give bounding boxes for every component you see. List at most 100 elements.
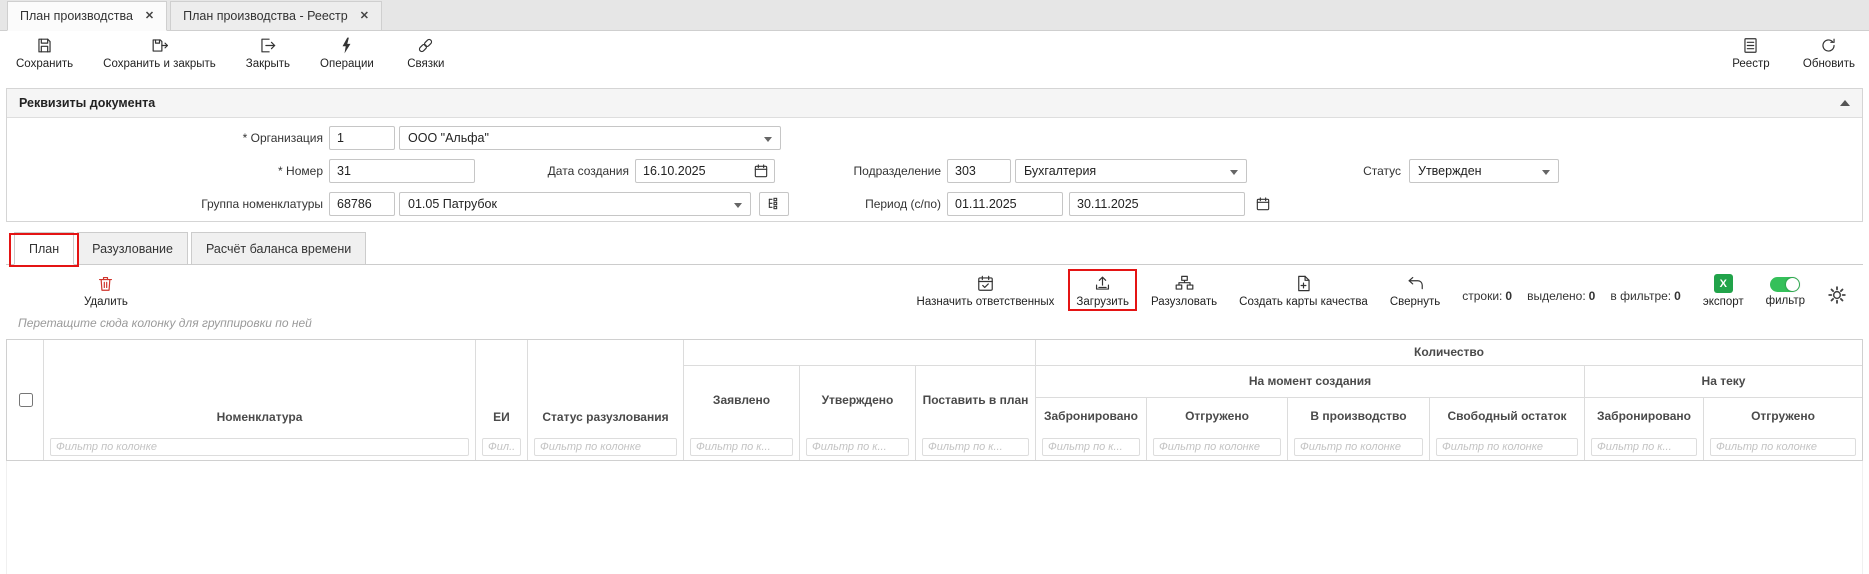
close-button[interactable]: Закрыть	[246, 36, 290, 70]
column-header-in-production[interactable]: В производство	[1288, 398, 1430, 434]
group-by-drop-zone[interactable]: Перетащите сюда колонку для группировки …	[6, 312, 1863, 339]
toggle-on-icon[interactable]	[1770, 277, 1800, 292]
settings-button[interactable]	[1827, 285, 1847, 305]
mdi-tab-bar: План производства ✕ План производства - …	[0, 0, 1869, 31]
load-button[interactable]: Загрузить	[1076, 274, 1129, 308]
main-toolbar: Сохранить Сохранить и закрыть Закрыть Оп…	[0, 31, 1869, 88]
filter-input-explosion-status[interactable]	[534, 438, 677, 456]
save-button[interactable]: Сохранить	[16, 36, 73, 70]
collapse-button[interactable]: Свернуть	[1390, 274, 1440, 308]
column-header-reserved-creation[interactable]: Забронировано	[1036, 398, 1147, 434]
filter-input-unit[interactable]	[482, 438, 521, 456]
assign-responsible-label: Назначить ответственных	[917, 296, 1055, 308]
collapse-panel-icon[interactable]	[1840, 100, 1850, 106]
column-header-reserved-current[interactable]: Забронировано	[1585, 398, 1704, 434]
plan-content-panel: План Разузлование Расчёт баланса времени…	[6, 230, 1863, 574]
number-field[interactable]	[329, 159, 475, 183]
lightning-icon	[337, 36, 356, 55]
column-header-explosion-status[interactable]: Статус разузлования	[528, 340, 684, 434]
mdi-tab-production-plan-registry[interactable]: План производства - Реестр ✕	[170, 1, 382, 30]
tab-time-balance-label: Расчёт баланса времени	[206, 242, 351, 256]
assign-responsible-button[interactable]: Назначить ответственных	[917, 274, 1055, 308]
delete-label: Удалить	[84, 296, 128, 308]
explode-button[interactable]: Разузловать	[1151, 274, 1217, 308]
grid-toolbar-right: Назначить ответственных Загрузить Разузл…	[917, 274, 1847, 308]
status-select[interactable]: Утвержден	[1409, 159, 1559, 183]
create-quality-cards-label: Создать карты качества	[1239, 296, 1368, 308]
delete-button[interactable]: Удалить	[84, 274, 128, 308]
column-header-put-in-plan[interactable]: Поставить в план	[916, 366, 1036, 434]
filter-input-put-in-plan[interactable]	[922, 438, 1029, 456]
column-header-shipped-current[interactable]: Отгружено	[1704, 398, 1862, 434]
filter-input-reserved-current[interactable]	[1591, 438, 1697, 456]
export-label: экспорт	[1703, 296, 1744, 308]
period-from-field[interactable]	[947, 192, 1063, 216]
filter-cell	[528, 434, 684, 460]
links-button[interactable]: Связки	[404, 36, 448, 70]
mdi-tab-label: План производства	[20, 9, 133, 23]
filter-cell	[44, 434, 476, 460]
registry-button[interactable]: Реестр	[1729, 36, 1773, 70]
grid-toolbar: Удалить Назначить ответственных Загрузит…	[6, 265, 1863, 312]
document-requisites-header: Реквизиты документа	[7, 89, 1862, 118]
status-value: Утвержден	[1418, 164, 1482, 178]
number-label: * Номер	[127, 159, 323, 183]
refresh-label: Обновить	[1803, 58, 1855, 70]
save-icon	[35, 36, 54, 55]
close-icon[interactable]: ✕	[145, 11, 154, 22]
column-header-approved[interactable]: Утверждено	[800, 366, 916, 434]
close-icon[interactable]: ✕	[360, 11, 369, 22]
column-header-unit[interactable]: ЕИ	[476, 340, 528, 434]
tab-explosion[interactable]: Разузлование	[77, 232, 188, 264]
nomenclature-group-code-field[interactable]	[329, 192, 395, 216]
filter-input-approved[interactable]	[806, 438, 909, 456]
filter-input-shipped-current[interactable]	[1710, 438, 1856, 456]
operations-button[interactable]: Операции	[320, 36, 374, 70]
upload-icon	[1093, 274, 1112, 293]
column-header-shipped-creation[interactable]: Отгружено	[1147, 398, 1288, 434]
filter-input-in-production[interactable]	[1294, 438, 1423, 456]
document-plus-icon	[1294, 274, 1313, 293]
save-and-close-button[interactable]: Сохранить и закрыть	[103, 36, 216, 70]
filter-input-free-balance[interactable]	[1436, 438, 1578, 456]
filter-cell	[1288, 434, 1430, 460]
tab-time-balance[interactable]: Расчёт баланса времени	[191, 232, 366, 264]
department-select[interactable]: Бухгалтерия	[1015, 159, 1247, 183]
tab-plan[interactable]: План	[14, 232, 74, 265]
filter-cell	[916, 434, 1036, 460]
organization-select[interactable]: ООО "Альфа"	[399, 126, 781, 150]
mdi-tab-label: План производства - Реестр	[183, 9, 348, 23]
column-header-declared[interactable]: Заявлено	[684, 366, 800, 434]
calendar-icon[interactable]	[753, 163, 769, 179]
filter-input-declared[interactable]	[690, 438, 793, 456]
mdi-tab-production-plan[interactable]: План производства ✕	[7, 1, 167, 31]
period-to-field[interactable]	[1069, 192, 1245, 216]
create-quality-cards-button[interactable]: Создать карты качества	[1239, 274, 1368, 308]
organization-value: ООО "Альфа"	[408, 131, 489, 145]
filter-input-reserved-creation[interactable]	[1042, 438, 1140, 456]
filter-input-shipped-creation[interactable]	[1153, 438, 1281, 456]
column-header-nomenclature[interactable]: Номенклатура	[44, 340, 476, 434]
calendar-icon[interactable]	[1255, 196, 1271, 212]
toolbar-right-group: Реестр Обновить	[1729, 36, 1855, 88]
operations-label: Операции	[320, 58, 374, 70]
filter-input-nomenclature[interactable]	[50, 438, 469, 456]
filter-toggle-button[interactable]: фильтр	[1766, 274, 1805, 307]
nomenclature-group-select[interactable]: 01.05 Патрубок	[399, 192, 751, 216]
department-value: Бухгалтерия	[1024, 164, 1096, 178]
export-button[interactable]: X экспорт	[1703, 274, 1744, 308]
filter-label: фильтр	[1766, 295, 1805, 307]
select-all-checkbox[interactable]	[19, 393, 33, 407]
undo-arrow-icon	[1406, 274, 1425, 293]
document-requisites-panel: Реквизиты документа * Организация ООО "А…	[6, 88, 1863, 222]
organization-code-field[interactable]	[329, 126, 395, 150]
chain-link-icon	[416, 36, 435, 55]
tab-explosion-label: Разузлование	[92, 242, 173, 256]
refresh-button[interactable]: Обновить	[1803, 36, 1855, 70]
column-header-free-balance[interactable]: Свободный остаток	[1430, 398, 1585, 434]
department-code-field[interactable]	[947, 159, 1011, 183]
band-header-at-current: На теку	[1585, 366, 1862, 398]
filter-cell	[476, 434, 528, 460]
collapse-label: Свернуть	[1390, 296, 1440, 308]
trash-icon	[96, 274, 115, 293]
